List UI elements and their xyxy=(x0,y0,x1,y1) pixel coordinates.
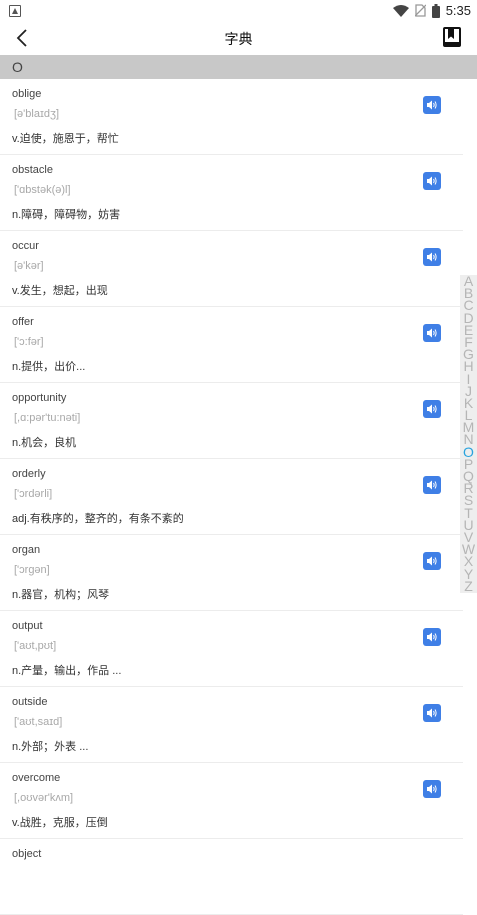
entry-word: opportunity xyxy=(12,392,67,404)
entry-word: outside xyxy=(12,696,48,708)
entry-phonetic: [ə'blaɪdʒ] xyxy=(14,108,60,120)
list-item[interactable]: overcome [,oʊvər'kʌm] v.战胜，克服，压倒 xyxy=(0,763,463,839)
entry-phonetic: ['ɔrdərli] xyxy=(14,488,53,500)
entry-word: overcome xyxy=(12,772,61,784)
list-item[interactable]: opportunity [,ɑ:pər'tu:nəti] n.机会，良机 xyxy=(0,383,463,459)
page-title: 字典 xyxy=(224,31,253,47)
entry-phonetic: ['ɔrgən] xyxy=(14,564,50,576)
speaker-icon xyxy=(427,100,437,110)
speaker-button[interactable] xyxy=(423,704,441,722)
entry-meaning: n.提供，出价... xyxy=(12,361,86,373)
speaker-button[interactable] xyxy=(423,172,441,190)
list-item[interactable]: obstacle ['ɑbstək(ə)l] n.障碍，障碍物，妨害 xyxy=(0,155,463,231)
list-item[interactable]: output ['aʊt,pʊt] n.产量，输出，作品 ... xyxy=(0,611,463,687)
speaker-button[interactable] xyxy=(423,552,441,570)
index-letter-z[interactable]: Z xyxy=(460,579,477,593)
battery-icon xyxy=(431,3,440,18)
speaker-icon xyxy=(427,404,437,414)
speaker-button[interactable] xyxy=(423,248,441,266)
entry-phonetic: [ə'kər] xyxy=(14,260,44,272)
speaker-button[interactable] xyxy=(423,400,441,418)
entry-word: organ xyxy=(12,544,41,556)
entry-word: obstacle xyxy=(12,164,53,176)
entry-meaning: n.器官，机构；风琴 xyxy=(12,589,110,601)
entry-word: orderly xyxy=(12,468,46,480)
status-time: 5:35 xyxy=(445,3,471,18)
entry-word: oblige xyxy=(12,88,42,100)
speaker-button[interactable] xyxy=(423,628,441,646)
wifi-icon xyxy=(392,4,409,17)
alphabet-index[interactable]: ABCDEFGHIJKLMNOPQRSTUVWXYZ xyxy=(460,274,477,593)
entry-meaning: n.障碍，障碍物，妨害 xyxy=(12,209,121,221)
speaker-icon xyxy=(427,708,437,718)
entry-meaning: n.产量，输出，作品 ... xyxy=(12,665,122,677)
entry-phonetic: ['aʊt,pʊt] xyxy=(14,640,57,652)
entry-word: offer xyxy=(12,316,34,328)
speaker-icon xyxy=(427,480,437,490)
entry-meaning: n.外部；外表 ... xyxy=(12,741,89,753)
section-letter: O xyxy=(12,59,23,75)
speaker-icon xyxy=(427,176,437,186)
status-icons: 5:35 xyxy=(392,3,471,18)
entry-meaning: v.迫使，施恩于，帮忙 xyxy=(12,133,119,145)
speaker-button[interactable] xyxy=(423,476,441,494)
list-item[interactable]: occur [ə'kər] v.发生，想起，出现 xyxy=(0,231,463,307)
bookmark-book-icon[interactable] xyxy=(443,27,461,47)
section-header: O xyxy=(0,55,477,79)
entry-word: occur xyxy=(12,240,39,252)
entry-phonetic: ['ɑbstək(ə)l] xyxy=(14,184,71,196)
speaker-button[interactable] xyxy=(423,780,441,798)
entry-meaning: v.发生，想起，出现 xyxy=(12,285,108,297)
list-item[interactable]: organ ['ɔrgən] n.器官，机构；风琴 xyxy=(0,535,463,611)
no-sim-icon xyxy=(414,4,426,17)
entry-phonetic: [,oʊvər'kʌm] xyxy=(14,792,74,804)
entry-meaning: v.战胜，克服，压倒 xyxy=(12,817,108,829)
speaker-icon xyxy=(427,328,437,338)
speaker-icon xyxy=(427,784,437,794)
status-bar: 5:35 xyxy=(0,0,477,22)
list-item[interactable]: outside ['aʊt,saɪd] n.外部；外表 ... xyxy=(0,687,463,763)
speaker-icon xyxy=(427,252,437,262)
entry-phonetic: ['aʊt,saɪd] xyxy=(14,716,63,728)
list-item[interactable]: offer ['ɔ:fər] n.提供，出价... xyxy=(0,307,463,383)
speaker-button[interactable] xyxy=(423,96,441,114)
speaker-button[interactable] xyxy=(423,324,441,342)
speaker-icon xyxy=(427,556,437,566)
list-item[interactable]: oblige [ə'blaɪdʒ] v.迫使，施恩于，帮忙 xyxy=(0,79,463,155)
app-notification-icon xyxy=(9,5,21,17)
list-item[interactable]: object xyxy=(0,839,463,915)
entry-phonetic: ['ɔ:fər] xyxy=(14,336,44,348)
entry-word: output xyxy=(12,620,43,632)
entry-meaning: adj.有秩序的，整齐的，有条不紊的 xyxy=(12,513,184,525)
word-list[interactable]: oblige [ə'blaɪdʒ] v.迫使，施恩于，帮忙 obstacle [… xyxy=(0,79,477,915)
app-bar: 字典 xyxy=(0,22,477,54)
entry-phonetic: [,ɑ:pər'tu:nəti] xyxy=(14,412,81,424)
list-item[interactable]: orderly ['ɔrdərli] adj.有秩序的，整齐的，有条不紊的 xyxy=(0,459,463,535)
speaker-icon xyxy=(427,632,437,642)
entry-meaning: n.机会，良机 xyxy=(12,437,77,449)
entry-word: object xyxy=(12,848,42,860)
